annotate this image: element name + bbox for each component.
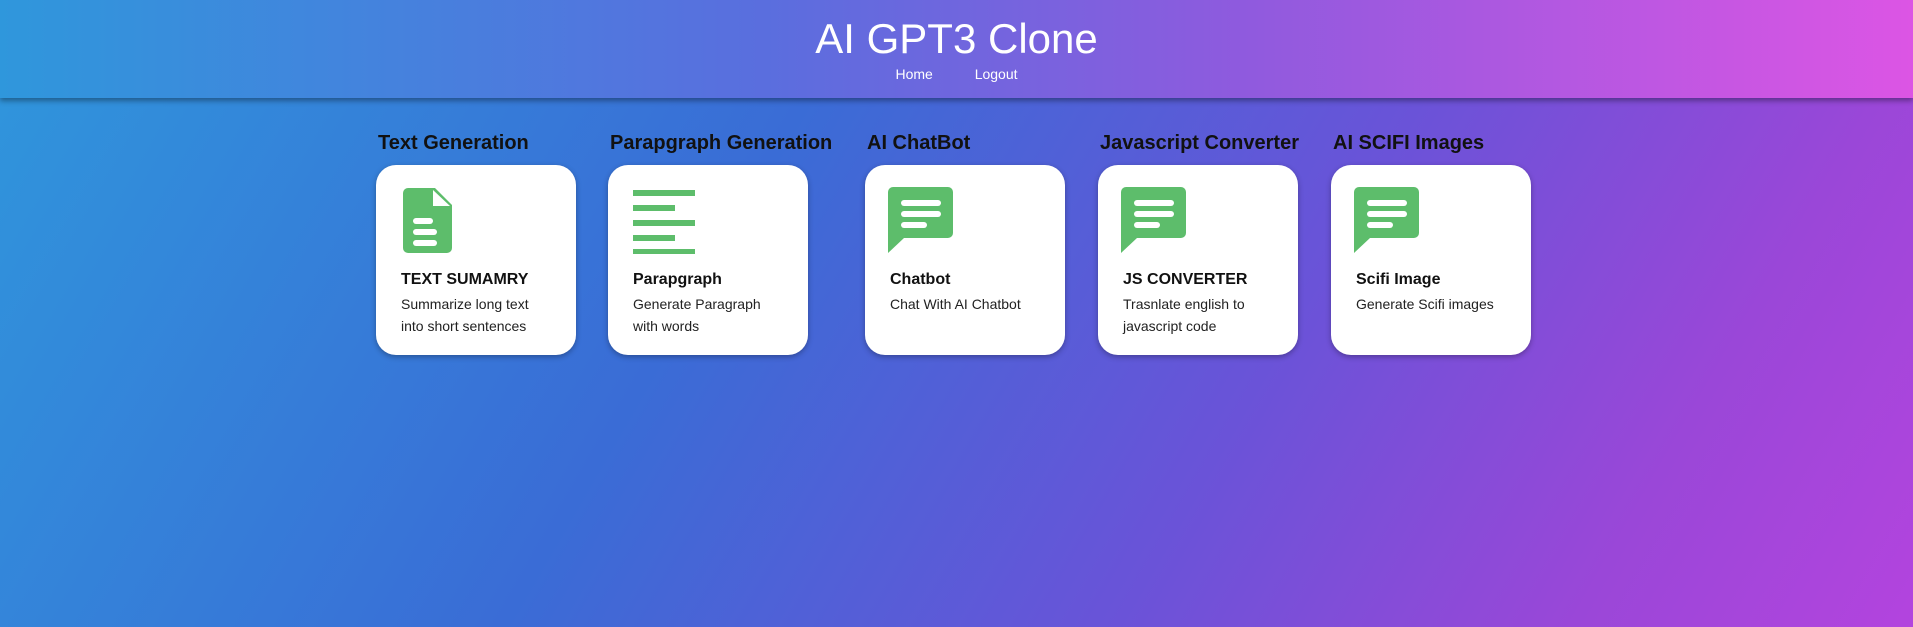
- header-bar: AI GPT3 Clone Home Logout: [0, 0, 1913, 98]
- card-title: TEXT SUMAMRY: [401, 271, 529, 288]
- section-heading: AI ChatBot: [867, 132, 971, 154]
- app-title: AI GPT3 Clone: [815, 15, 1098, 62]
- card-description: Chat With AI Chatbot: [890, 296, 1021, 312]
- card-text-summary[interactable]: TEXT SUMAMRY Summarize long text into sh…: [376, 165, 576, 355]
- card-paragraph[interactable]: Parapgraph Generate Paragraph with words: [608, 165, 808, 355]
- card-title: JS CONVERTER: [1123, 271, 1248, 288]
- section-heading: Parapgraph Generation: [610, 132, 833, 154]
- card-js-converter[interactable]: JS CONVERTER Trasnlate english to javasc…: [1098, 165, 1298, 355]
- nav-logout-link[interactable]: Logout: [975, 66, 1018, 82]
- chat-bubble-icon: [888, 187, 953, 253]
- chat-bubble-icon: [1354, 187, 1419, 253]
- section-javascript-converter: Javascript Converter JS CONVERTER Trasnl…: [1098, 131, 1299, 355]
- document-icon: [403, 188, 452, 253]
- card-chatbot[interactable]: Chatbot Chat With AI Chatbot: [865, 165, 1065, 355]
- section-heading: Javascript Converter: [1100, 132, 1299, 154]
- section-ai-chatbot: AI ChatBot Chatbot Chat With AI Chatbot: [865, 131, 1065, 355]
- section-heading: Text Generation: [378, 132, 529, 154]
- card-scifi-image[interactable]: Scifi Image Generate Scifi images: [1331, 165, 1531, 355]
- paragraph-lines-icon: [633, 190, 695, 254]
- card-description: Generate Paragraph with words: [633, 296, 761, 334]
- top-nav: Home Logout: [0, 66, 1913, 82]
- section-text-generation: Text Generation TEXT SUMAMRY Summarize l…: [376, 131, 576, 355]
- section-paragraph-generation: Parapgraph Generation Parapgraph Generat…: [608, 131, 832, 355]
- section-heading: AI SCIFI Images: [1333, 132, 1485, 154]
- card-title: Parapgraph: [633, 271, 722, 288]
- card-description: Summarize long text into short sentences: [401, 296, 529, 334]
- card-title: Scifi Image: [1356, 271, 1441, 288]
- card-description: Generate Scifi images: [1356, 296, 1494, 312]
- card-description: Trasnlate english to javascript code: [1123, 296, 1245, 334]
- chat-bubble-icon: [1121, 187, 1186, 253]
- nav-home-link[interactable]: Home: [895, 66, 932, 82]
- section-ai-scifi-images: AI SCIFI Images Scifi Image Generate Sci…: [1331, 131, 1531, 355]
- card-title: Chatbot: [890, 271, 951, 288]
